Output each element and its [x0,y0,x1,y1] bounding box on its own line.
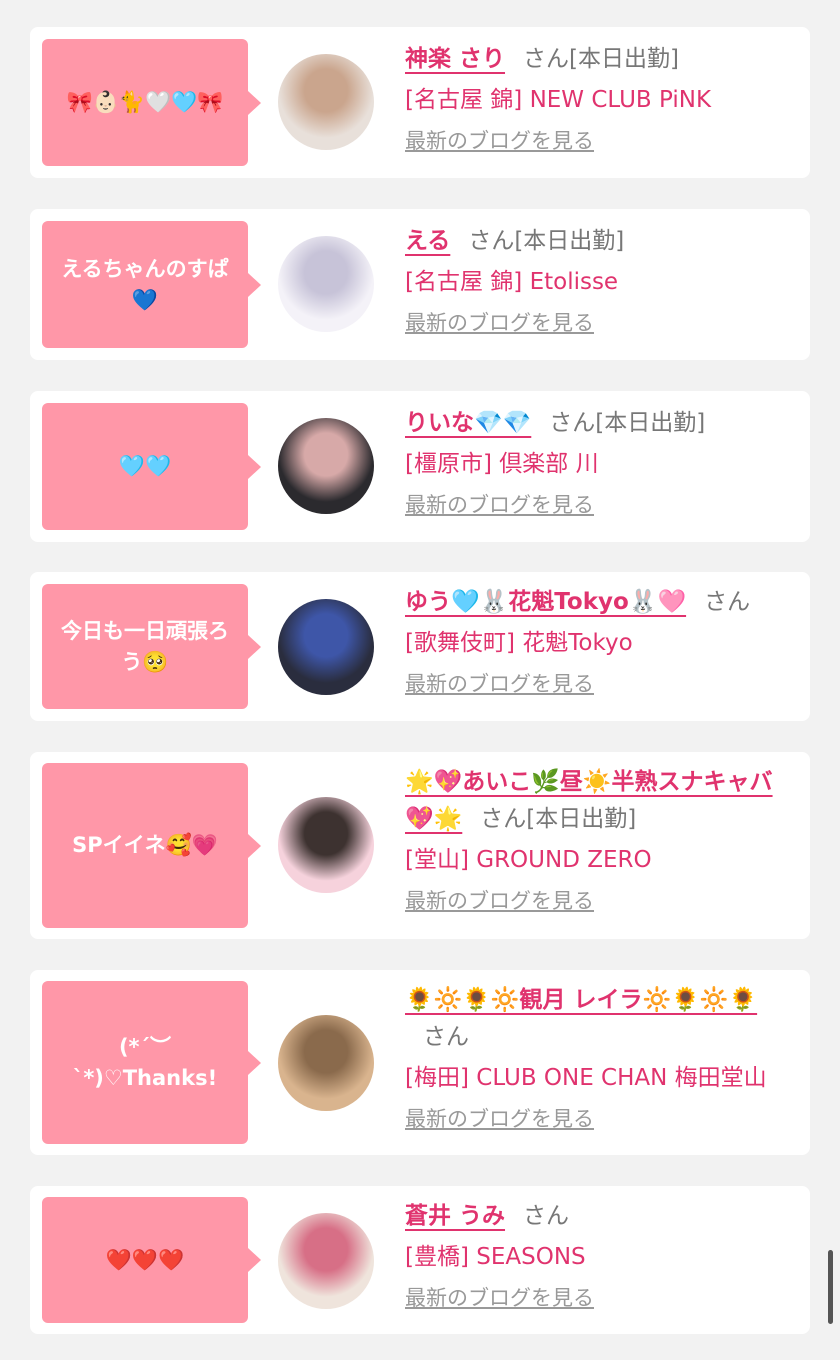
status-label: [本日出勤] [526,806,637,832]
list-item: えるちゃんのすぱ💙 える さん[本日出勤] [名古屋 錦] Etolisse 最新… [30,209,810,360]
status-label: [本日出勤] [514,228,625,254]
cast-name-link[interactable]: ゆう🩵🐰花魁Tokyo🐰🩷 [405,589,686,615]
avatar[interactable] [278,1015,374,1111]
cast-name-link[interactable]: 蒼井 うみ [405,1203,505,1229]
blog-link[interactable]: 最新のブログを見る [405,490,594,520]
list-item: 🎀👶🏻🐈🤍🩵🎀 神楽 さり さん[本日出勤] [名古屋 錦] NEW CLUB P… [30,27,810,178]
cast-name-link[interactable]: える [405,228,450,254]
list-item: (*´︶`*)♡Thanks! 🌻🔆🌻🔆観月 レイラ🔆🌻🔆🌻 さん [梅田] CL… [30,970,810,1155]
avatar[interactable] [278,418,374,514]
avatar[interactable] [278,599,374,695]
shop-name: [名古屋 錦] NEW CLUB PiNK [405,87,712,113]
list-item: SPイイネ🥰💗 🌟💖あいこ🌿昼☀️半熟スナキャバ💖🌟 さん[本日出勤] [堂山] … [30,752,810,939]
honorific: さん [480,806,527,832]
honorific: さん [468,228,515,254]
blog-link[interactable]: 最新のブログを見る [405,1283,594,1313]
avatar[interactable] [278,797,374,893]
shop-name: [梅田] CLUB ONE CHAN 梅田堂山 [405,1065,767,1091]
blog-link[interactable]: 最新のブログを見る [405,126,594,156]
message-bubble: 🎀👶🏻🐈🤍🩵🎀 [42,39,261,166]
cast-name-link[interactable]: 🌻🔆🌻🔆観月 レイラ🔆🌻🔆🌻 [405,987,757,1013]
honorific: さん [523,1203,570,1229]
message-bubble: 🩵🩵 [42,403,261,530]
list-item: 今日も一日頑張ろう🥺 ゆう🩵🐰花魁Tokyo🐰🩷 さん [歌舞伎町] 花魁Toky… [30,572,810,721]
honorific: さん [423,1024,469,1050]
shop-name: [堂山] GROUND ZERO [405,847,652,873]
message-bubble: SPイイネ🥰💗 [42,763,261,928]
avatar[interactable] [278,1213,374,1309]
message-bubble: えるちゃんのすぱ💙 [42,221,261,348]
blog-link[interactable]: 最新のブログを見る [405,669,594,699]
message-bubble: ❤️❤️❤️ [42,1197,261,1323]
blog-link[interactable]: 最新のブログを見る [405,886,594,916]
avatar[interactable] [278,236,374,332]
avatar[interactable] [278,54,374,150]
cast-name-link[interactable]: 神楽 さり [405,46,505,72]
shop-name: [名古屋 錦] Etolisse [405,269,619,295]
scrollbar[interactable] [828,1250,833,1324]
honorific: さん [549,410,596,436]
status-label: [本日出勤] [595,410,706,436]
message-bubble: (*´︶`*)♡Thanks! [42,981,261,1144]
honorific: さん [704,589,751,615]
blog-link[interactable]: 最新のブログを見る [405,308,594,338]
list-item: 🩵🩵 りいな💎💎 さん[本日出勤] [橿原市] 倶楽部 川 最新のブログを見る [30,391,810,542]
honorific: さん [523,46,570,72]
shop-name: [歌舞伎町] 花魁Tokyo [405,630,633,656]
status-label: [本日出勤] [569,46,679,72]
cast-name-link[interactable]: りいな💎💎 [405,410,531,436]
list-item: ❤️❤️❤️ 蒼井 うみ さん [豊橋] SEASONS 最新のブログを見る [30,1186,810,1334]
message-bubble: 今日も一日頑張ろう🥺 [42,584,261,709]
blog-link[interactable]: 最新のブログを見る [405,1104,594,1134]
shop-name: [豊橋] SEASONS [405,1244,586,1270]
shop-name: [橿原市] 倶楽部 川 [405,451,599,477]
